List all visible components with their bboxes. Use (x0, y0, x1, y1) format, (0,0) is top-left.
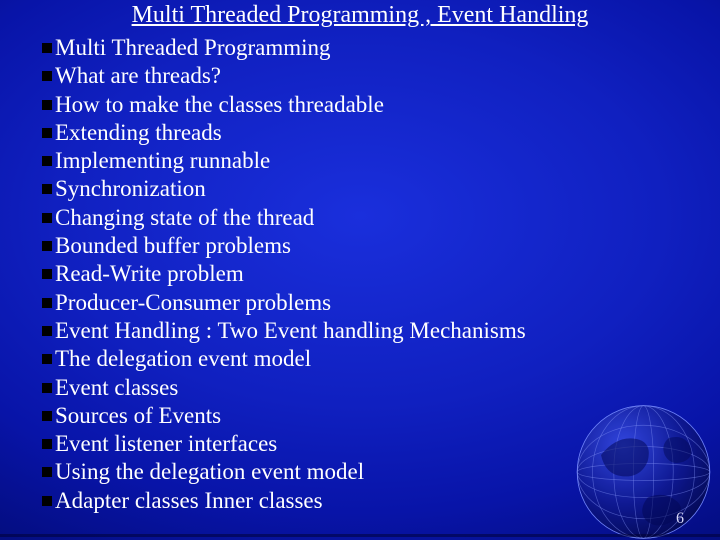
bullet-icon (42, 71, 52, 81)
bullet-icon (42, 354, 52, 364)
bullet-icon (42, 213, 52, 223)
bullet-text: Bounded buffer problems (55, 232, 291, 260)
bullet-icon (42, 326, 52, 336)
slide: Multi Threaded Programming , Event Handl… (0, 0, 720, 540)
bullet-icon (42, 128, 52, 138)
footer-divider (0, 534, 720, 537)
bullet-icon (42, 43, 52, 53)
list-item: Event classes (42, 374, 690, 402)
list-item: Bounded buffer problems (42, 232, 690, 260)
bullet-text: Event listener interfaces (55, 430, 277, 458)
bullet-text: Event Handling : Two Event handling Mech… (55, 317, 526, 345)
list-item: Adapter classes Inner classes (42, 487, 690, 515)
bullet-list: Multi Threaded Programming What are thre… (42, 34, 690, 515)
bullet-icon (42, 298, 52, 308)
list-item: Sources of Events (42, 402, 690, 430)
bullet-icon (42, 269, 52, 279)
list-item: Producer-Consumer problems (42, 289, 690, 317)
list-item: Changing state of the thread (42, 204, 690, 232)
list-item: Extending threads (42, 119, 690, 147)
slide-title: Multi Threaded Programming , Event Handl… (0, 2, 720, 29)
list-item: Event Handling : Two Event handling Mech… (42, 317, 690, 345)
bullet-text: Implementing runnable (55, 147, 270, 175)
bullet-icon (42, 156, 52, 166)
list-item: Event listener interfaces (42, 430, 690, 458)
bullet-icon (42, 383, 52, 393)
bullet-text: Multi Threaded Programming (55, 34, 331, 62)
list-item: The delegation event model (42, 345, 690, 373)
bullet-text: Using the delegation event model (55, 458, 364, 486)
bullet-icon (42, 496, 52, 506)
bullet-text: Synchronization (55, 175, 206, 203)
bullet-text: How to make the classes threadable (55, 91, 384, 119)
bullet-text: What are threads? (55, 62, 221, 90)
list-item: Synchronization (42, 175, 690, 203)
bullet-text: Sources of Events (55, 402, 221, 430)
bullet-icon (42, 467, 52, 477)
bullet-icon (42, 411, 52, 421)
bullet-icon (42, 100, 52, 110)
list-item: Using the delegation event model (42, 458, 690, 486)
bullet-icon (42, 439, 52, 449)
list-item: How to make the classes threadable (42, 91, 690, 119)
bullet-text: Changing state of the thread (55, 204, 314, 232)
page-number: 6 (676, 510, 684, 528)
bullet-icon (42, 184, 52, 194)
bullet-text: Producer-Consumer problems (55, 289, 331, 317)
list-item: Implementing runnable (42, 147, 690, 175)
list-item: What are threads? (42, 62, 690, 90)
bullet-text: Adapter classes Inner classes (55, 487, 323, 515)
bullet-text: The delegation event model (55, 345, 311, 373)
bullet-icon (42, 241, 52, 251)
bullet-text: Extending threads (55, 119, 222, 147)
bullet-text: Event classes (55, 374, 178, 402)
bullet-text: Read-Write problem (55, 260, 244, 288)
list-item: Read-Write problem (42, 260, 690, 288)
list-item: Multi Threaded Programming (42, 34, 690, 62)
